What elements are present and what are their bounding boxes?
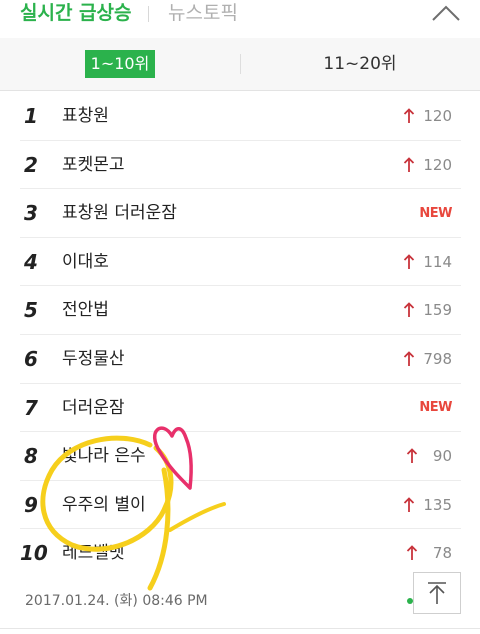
- ranking-list: 1 표창원 120 2 포켓몬고 120 3 표창원 더러운잠 NEW 4 이대…: [20, 92, 461, 578]
- tab-divider: [148, 6, 149, 22]
- update-timestamp: 2017.01.24. (화) 08:46 PM: [25, 593, 208, 609]
- ranking-row[interactable]: 1 표창원 120: [20, 92, 461, 141]
- rank-number: 3: [24, 201, 38, 226]
- rank-change: NEW: [419, 384, 452, 432]
- tab-rank-11-20-label: 11~20위: [323, 54, 397, 74]
- change-value: 90: [432, 447, 452, 466]
- rank-number: 10: [20, 541, 48, 566]
- scroll-to-top-icon: [428, 582, 446, 604]
- footer-divider: [0, 628, 480, 629]
- tab-news-topic[interactable]: 뉴스토픽: [168, 0, 238, 26]
- rank-change: 78: [406, 529, 452, 577]
- range-tab-bar: 1~10위 11~20위: [0, 38, 480, 91]
- arrow-up-icon: [404, 254, 415, 269]
- arrow-up-icon: [406, 545, 418, 561]
- rank-keyword: 이대호: [62, 251, 109, 272]
- rank-keyword: 표창원 더러운잠: [62, 203, 177, 224]
- rank-number: 2: [24, 152, 38, 177]
- rank-number: 5: [24, 298, 38, 323]
- rank-number: 1: [24, 104, 38, 128]
- chevron-up-icon: [432, 5, 460, 21]
- scroll-to-top-button[interactable]: [413, 572, 461, 614]
- change-value: 798: [423, 349, 452, 368]
- change-value: 159: [423, 301, 452, 320]
- realtime-search-ranking-screen: 실시간 급상승 뉴스토픽 1~10위 11~20위 1 표창원 120 2 포켓…: [0, 0, 480, 634]
- arrow-up-icon: [404, 351, 415, 366]
- ranking-row[interactable]: 3 표창원 더러운잠 NEW: [20, 189, 461, 238]
- rank-keyword: 레드벨벳: [62, 543, 125, 564]
- rank-number: 7: [24, 395, 38, 420]
- rank-change: 114: [403, 238, 452, 286]
- ranking-row[interactable]: 10 레드벨벳 78: [20, 529, 461, 578]
- tab-realtime-rising[interactable]: 실시간 급상승: [20, 0, 132, 26]
- change-value: 120: [423, 155, 452, 174]
- ranking-row[interactable]: 9 우주의 별이 135: [20, 481, 461, 530]
- rank-keyword: 두정물산: [62, 348, 125, 369]
- rank-number: 6: [24, 346, 38, 371]
- collapse-button[interactable]: [428, 0, 464, 30]
- tab-rank-11-20[interactable]: 11~20위: [240, 38, 480, 90]
- ranking-row[interactable]: 2 포켓몬고 120: [20, 141, 461, 190]
- change-value: 78: [432, 544, 452, 563]
- new-badge: NEW: [419, 205, 452, 221]
- rank-change: 159: [403, 286, 452, 334]
- ranking-row[interactable]: 7 더러운잠 NEW: [20, 384, 461, 433]
- arrow-up-icon: [404, 108, 415, 123]
- rank-number: 4: [24, 249, 38, 274]
- rank-change: 798: [403, 335, 452, 383]
- ranking-row[interactable]: 6 두정물산 798: [20, 335, 461, 384]
- rank-change: 90: [406, 432, 452, 480]
- change-value: 120: [423, 107, 452, 125]
- ranking-row[interactable]: 8 빛나라 은수 90: [20, 432, 461, 481]
- tab-rank-1-10-label: 1~10위: [84, 50, 156, 78]
- arrow-up-icon: [404, 496, 415, 512]
- rank-change: NEW: [419, 189, 452, 237]
- change-value: 114: [423, 252, 452, 271]
- arrow-up-icon: [404, 302, 415, 318]
- rank-keyword: 우주의 별이: [62, 494, 146, 515]
- ranking-row[interactable]: 4 이대호 114: [20, 238, 461, 287]
- rank-keyword: 더러운잠: [62, 397, 125, 418]
- new-badge: NEW: [419, 400, 452, 416]
- rank-change: 120: [403, 141, 452, 189]
- rank-keyword: 표창원: [62, 106, 109, 126]
- rank-number: 9: [24, 492, 38, 517]
- rank-change: 135: [403, 481, 452, 529]
- rank-keyword: 전안법: [62, 300, 109, 321]
- rank-keyword: 빛나라 은수: [62, 446, 146, 467]
- rank-number: 8: [24, 444, 38, 469]
- footer: 2017.01.24. (화) 08:46 PM: [0, 572, 480, 634]
- rank-keyword: 포켓몬고: [62, 154, 125, 175]
- rank-change: 120: [403, 92, 452, 140]
- ranking-row[interactable]: 5 전안법 159: [20, 286, 461, 335]
- arrow-up-icon: [404, 156, 415, 172]
- top-tab-bar: 실시간 급상승 뉴스토픽: [0, 0, 480, 39]
- arrow-up-icon: [406, 448, 418, 464]
- change-value: 135: [423, 495, 452, 514]
- tab-rank-1-10[interactable]: 1~10위: [0, 38, 240, 90]
